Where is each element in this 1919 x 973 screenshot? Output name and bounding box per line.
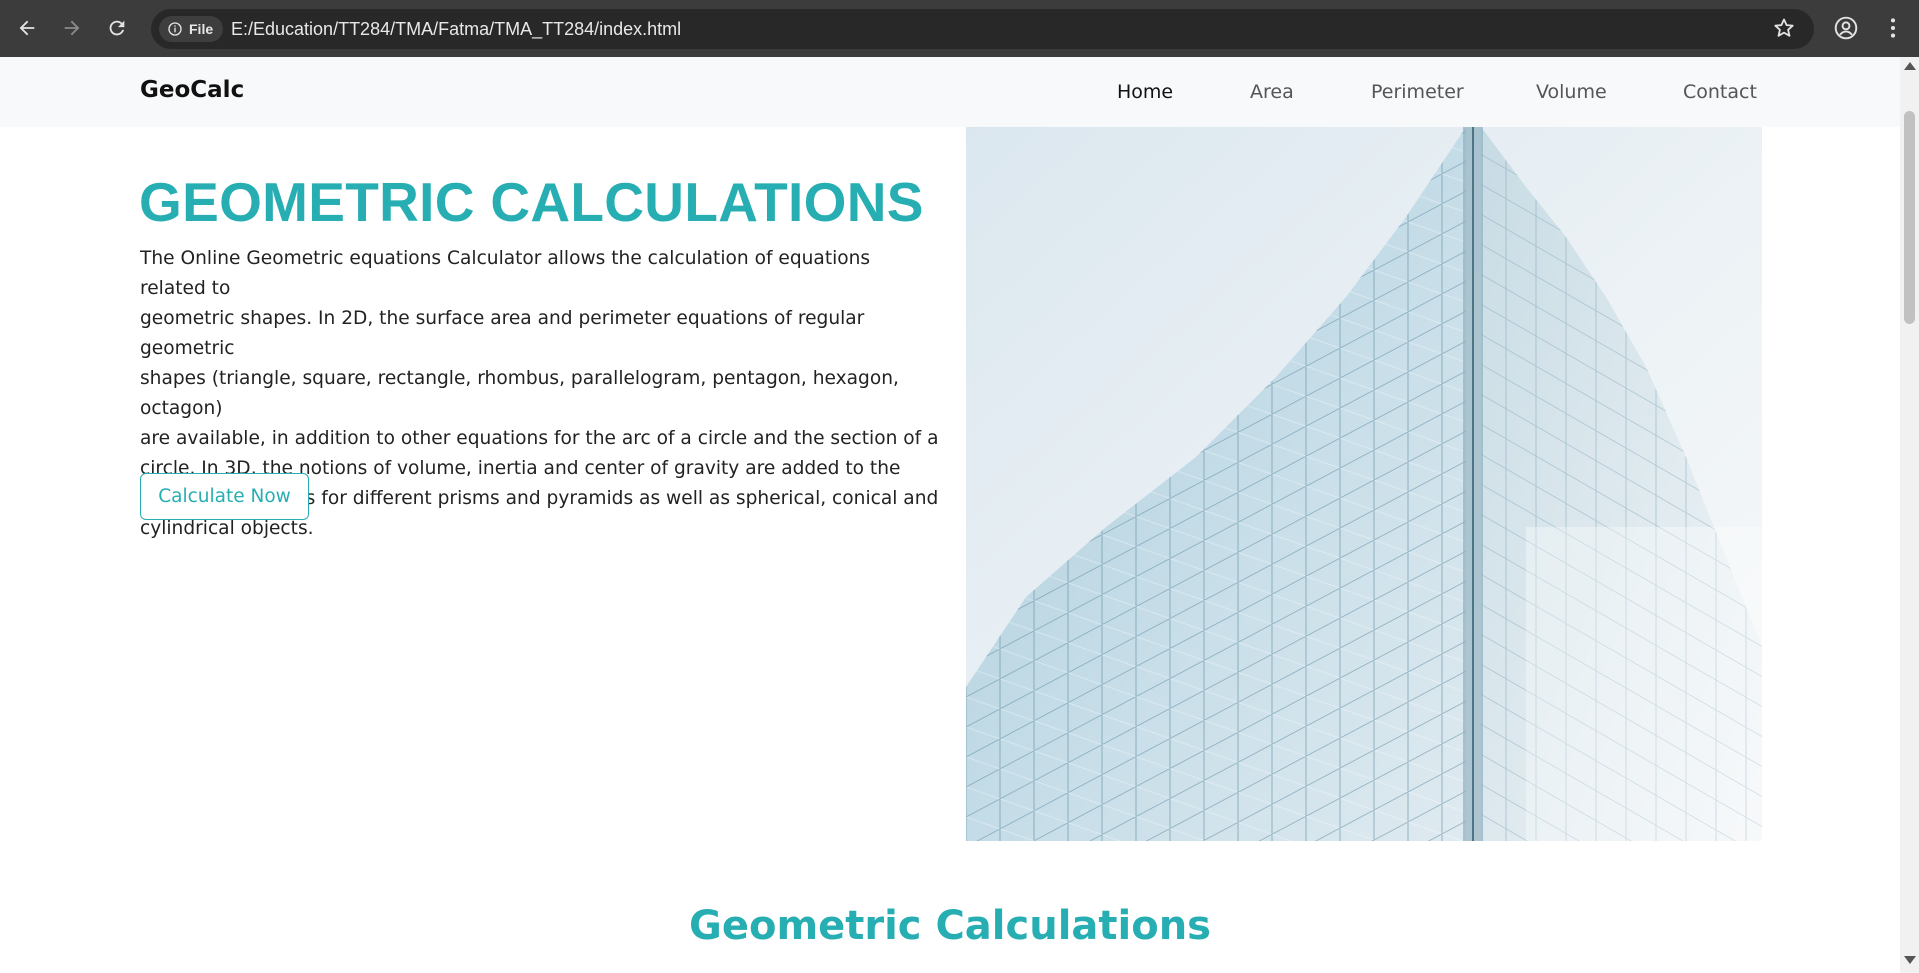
back-button[interactable] bbox=[13, 14, 41, 42]
back-icon bbox=[19, 20, 35, 36]
nav-area[interactable]: Area bbox=[1250, 81, 1294, 103]
site-chip-label: File bbox=[189, 21, 214, 37]
profile-icon[interactable] bbox=[1833, 15, 1859, 41]
site-info-chip[interactable]: File bbox=[159, 16, 224, 42]
hero-paragraph-line: are available, in addition to other equa… bbox=[140, 428, 939, 449]
brand-logo[interactable]: GeoCalc bbox=[140, 77, 244, 103]
hero-paragraph-line: shapes (triangle, square, rectangle, rho… bbox=[140, 368, 899, 419]
forward-button[interactable] bbox=[58, 14, 86, 42]
nav-home[interactable]: Home bbox=[1117, 81, 1173, 103]
address-bar[interactable]: File E:/Education/TT284/TMA/Fatma/TMA_TT… bbox=[151, 9, 1814, 49]
nav-contact[interactable]: Contact bbox=[1683, 81, 1757, 103]
section-title: Geometric Calculations bbox=[689, 903, 1211, 949]
menu-icon[interactable] bbox=[1880, 15, 1906, 41]
nav-volume[interactable]: Volume bbox=[1536, 81, 1607, 103]
calculate-now-button[interactable]: Calculate Now bbox=[140, 473, 309, 520]
url-text[interactable]: E:/Education/TT284/TMA/Fatma/TMA_TT284/i… bbox=[231, 19, 681, 40]
forward-icon bbox=[64, 20, 80, 36]
reload-icon bbox=[109, 20, 125, 36]
scroll-up-arrow-icon[interactable] bbox=[1904, 62, 1916, 70]
scroll-thumb[interactable] bbox=[1904, 111, 1915, 324]
hero-paragraph-line: geometric shapes. In 2D, the surface are… bbox=[140, 308, 865, 359]
hero-paragraph-line: The Online Geometric equations Calculato… bbox=[140, 248, 871, 299]
page-scrollbar[interactable] bbox=[1900, 57, 1919, 973]
hero-title: GEOMETRIC CALCULATIONS bbox=[139, 171, 924, 233]
nav-perimeter[interactable]: Perimeter bbox=[1371, 81, 1464, 103]
browser-toolbar: File E:/Education/TT284/TMA/Fatma/TMA_TT… bbox=[0, 0, 1919, 57]
building-facade-image bbox=[966, 127, 1762, 841]
page-viewport: GeoCalc Home Area Perimeter Volume Conta… bbox=[0, 57, 1900, 973]
site-navbar: GeoCalc Home Area Perimeter Volume Conta… bbox=[0, 57, 1900, 127]
star-icon[interactable] bbox=[1772, 16, 1796, 40]
reload-button[interactable] bbox=[103, 14, 131, 42]
info-icon bbox=[168, 22, 182, 36]
scroll-down-arrow-icon[interactable] bbox=[1904, 956, 1916, 964]
